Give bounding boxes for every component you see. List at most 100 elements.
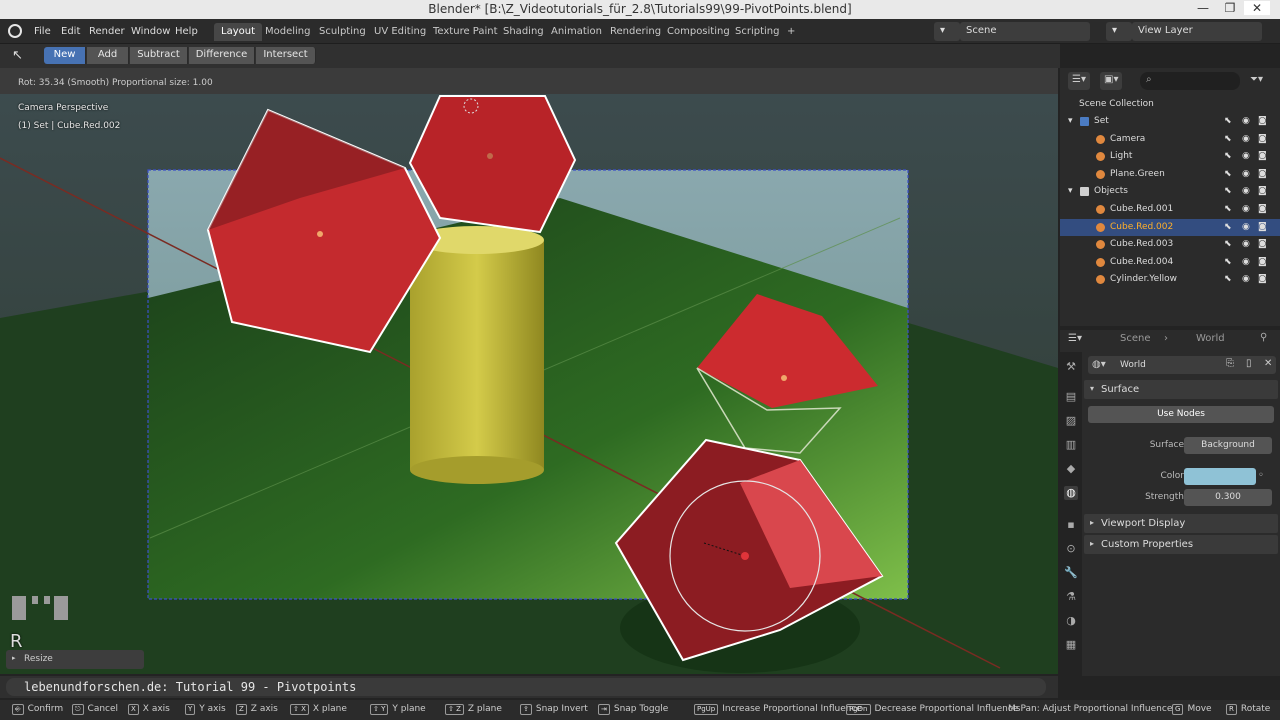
outliner-item-cube-red-001[interactable]: Cube.Red.001 ⬉ ◉ ◙: [1060, 201, 1280, 218]
cylinder-yellow[interactable]: [410, 240, 544, 470]
viewport-display-panel[interactable]: ▸ Viewport Display: [1084, 514, 1278, 533]
surface-shader-select[interactable]: Background: [1184, 437, 1272, 454]
view-layer-tab-icon[interactable]: ▥: [1064, 438, 1078, 452]
tool-tab-icon[interactable]: ⚒: [1064, 360, 1078, 374]
tab-sculpting[interactable]: Sculpting: [312, 23, 373, 41]
minimize-button[interactable]: —: [1190, 1, 1216, 15]
visibility-eye-icon[interactable]: ◉: [1242, 151, 1250, 161]
selectable-icon[interactable]: ⬉: [1224, 134, 1232, 144]
outliner-item-camera[interactable]: Camera ⬉ ◉ ◙: [1060, 131, 1280, 148]
render-camera-icon[interactable]: ◙: [1258, 257, 1267, 267]
outliner-item-objects[interactable]: ▾ Objects ⬉ ◉ ◙: [1060, 183, 1280, 200]
visibility-eye-icon[interactable]: ◉: [1242, 274, 1250, 284]
scene-browse-icon[interactable]: ▾: [934, 22, 960, 41]
selectable-icon[interactable]: ⬉: [1224, 222, 1232, 232]
view-layer-selector[interactable]: View Layer: [1132, 22, 1262, 41]
3d-viewport[interactable]: Rot: 35.34 (Smooth) Proportional size: 1…: [0, 68, 1058, 674]
render-camera-icon[interactable]: ◙: [1258, 169, 1267, 179]
visibility-eye-icon[interactable]: ◉: [1242, 134, 1250, 144]
mode-add-button[interactable]: Add: [87, 47, 129, 64]
menu-file[interactable]: File: [34, 26, 51, 37]
visibility-eye-icon[interactable]: ◉: [1242, 204, 1250, 214]
mode-intersect-button[interactable]: Intersect: [256, 47, 316, 64]
render-camera-icon[interactable]: ◙: [1258, 204, 1267, 214]
tab-shading[interactable]: Shading: [496, 23, 551, 41]
render-camera-icon[interactable]: ◙: [1258, 186, 1267, 196]
outliner-item-cube-red-002[interactable]: Cube.Red.002 ⬉ ◉ ◙: [1060, 218, 1280, 236]
tab-texture-paint[interactable]: Texture Paint: [426, 23, 505, 41]
properties-editor-type-icon[interactable]: ☰▾: [1068, 333, 1092, 349]
maximize-button[interactable]: ❐: [1217, 1, 1243, 15]
outliner-item-set[interactable]: ▾ Set ⬉ ◉ ◙: [1060, 113, 1280, 130]
menu-edit[interactable]: Edit: [61, 26, 80, 37]
particles-tab-icon[interactable]: ⚗: [1064, 590, 1078, 604]
filter-icon[interactable]: ⏷▾: [1246, 72, 1272, 90]
add-workspace-button[interactable]: +: [780, 23, 802, 41]
expand-toggle-icon[interactable]: ▾: [1068, 116, 1073, 126]
scene-selector[interactable]: Scene: [960, 22, 1090, 41]
mode-subtract-button[interactable]: Subtract: [130, 47, 188, 64]
outliner-item-plane-green[interactable]: Plane.Green ⬉ ◉ ◙: [1060, 166, 1280, 183]
visibility-eye-icon[interactable]: ◉: [1242, 169, 1250, 179]
visibility-eye-icon[interactable]: ◉: [1242, 222, 1250, 232]
color-link-icon[interactable]: ◦: [1258, 470, 1264, 481]
outliner-root[interactable]: Scene Collection: [1060, 96, 1280, 113]
display-mode-icon[interactable]: ▣▾: [1100, 72, 1122, 90]
panel-expand-icon[interactable]: ▸: [12, 654, 16, 662]
editor-type-icon[interactable]: ☰▾: [1068, 72, 1090, 90]
visibility-eye-icon[interactable]: ◉: [1242, 257, 1250, 267]
strength-field[interactable]: 0.300: [1184, 489, 1272, 506]
tab-compositing[interactable]: Compositing: [660, 23, 737, 41]
tab-modeling[interactable]: Modeling: [258, 23, 318, 41]
menu-window[interactable]: Window: [131, 26, 170, 37]
world-tab-icon[interactable]: ◍: [1064, 486, 1078, 500]
world-browse-icon[interactable]: ◍▾: [1092, 359, 1106, 370]
close-button[interactable]: ✕: [1244, 1, 1270, 15]
blender-logo-icon[interactable]: [8, 24, 22, 38]
constraints-tab-icon[interactable]: ⊙: [1064, 542, 1078, 556]
object-tab-icon[interactable]: ▪: [1064, 518, 1078, 532]
tab-uv-editing[interactable]: UV Editing: [367, 23, 433, 41]
selectable-icon[interactable]: ⬉: [1224, 204, 1232, 214]
unlink-icon[interactable]: ✕: [1264, 358, 1272, 369]
use-nodes-button[interactable]: Use Nodes: [1088, 406, 1274, 423]
selectable-icon[interactable]: ⬉: [1224, 186, 1232, 196]
render-camera-icon[interactable]: ◙: [1258, 239, 1267, 249]
outliner-item-cube-red-004[interactable]: Cube.Red.004 ⬉ ◉ ◙: [1060, 254, 1280, 271]
selectable-icon[interactable]: ⬉: [1224, 151, 1232, 161]
render-camera-icon[interactable]: ◙: [1258, 134, 1267, 144]
expand-toggle-icon[interactable]: ▾: [1068, 186, 1073, 196]
pin-icon[interactable]: ⚲: [1260, 332, 1267, 343]
render-camera-icon[interactable]: ◙: [1258, 151, 1267, 161]
new-world-icon[interactable]: ▯: [1246, 358, 1252, 369]
tab-scripting[interactable]: Scripting: [728, 23, 786, 41]
visibility-eye-icon[interactable]: ◉: [1242, 186, 1250, 196]
object-data-tab-icon[interactable]: ▦: [1064, 638, 1078, 652]
visibility-eye-icon[interactable]: ◉: [1242, 239, 1250, 249]
select-tool-icon[interactable]: ↖: [12, 48, 28, 64]
world-name-field[interactable]: World: [1120, 360, 1146, 370]
outliner-item-cube-red-003[interactable]: Cube.Red.003 ⬉ ◉ ◙: [1060, 236, 1280, 253]
outliner-item-cylinder-yellow[interactable]: Cylinder.Yellow ⬉ ◉ ◙: [1060, 271, 1280, 288]
menu-render[interactable]: Render: [89, 26, 125, 37]
modifiers-tab-icon[interactable]: 🔧: [1064, 566, 1078, 580]
menu-help[interactable]: Help: [175, 26, 198, 37]
physics-tab-icon[interactable]: ◑: [1064, 614, 1078, 628]
render-camera-icon[interactable]: ◙: [1258, 222, 1267, 232]
render-tab-icon[interactable]: ▤: [1064, 390, 1078, 404]
tab-animation[interactable]: Animation: [544, 23, 609, 41]
selectable-icon[interactable]: ⬉: [1224, 257, 1232, 267]
output-tab-icon[interactable]: ▨: [1064, 414, 1078, 428]
viewport-scene[interactable]: [0, 68, 1058, 674]
surface-panel[interactable]: ▾ Surface: [1084, 380, 1278, 399]
selectable-icon[interactable]: ⬉: [1224, 274, 1232, 284]
outliner-item-light[interactable]: Light ⬉ ◉ ◙: [1060, 148, 1280, 165]
fake-user-icon[interactable]: ⎘: [1226, 358, 1234, 369]
world-datablock[interactable]: ◍▾ World ⎘ ▯ ✕: [1088, 356, 1276, 374]
visibility-eye-icon[interactable]: ◉: [1242, 116, 1250, 126]
color-swatch[interactable]: [1184, 468, 1256, 485]
selectable-icon[interactable]: ⬉: [1224, 116, 1232, 126]
view-layer-browse-icon[interactable]: ▾: [1106, 22, 1132, 41]
custom-properties-panel[interactable]: ▸ Custom Properties: [1084, 535, 1278, 554]
selectable-icon[interactable]: ⬉: [1224, 239, 1232, 249]
